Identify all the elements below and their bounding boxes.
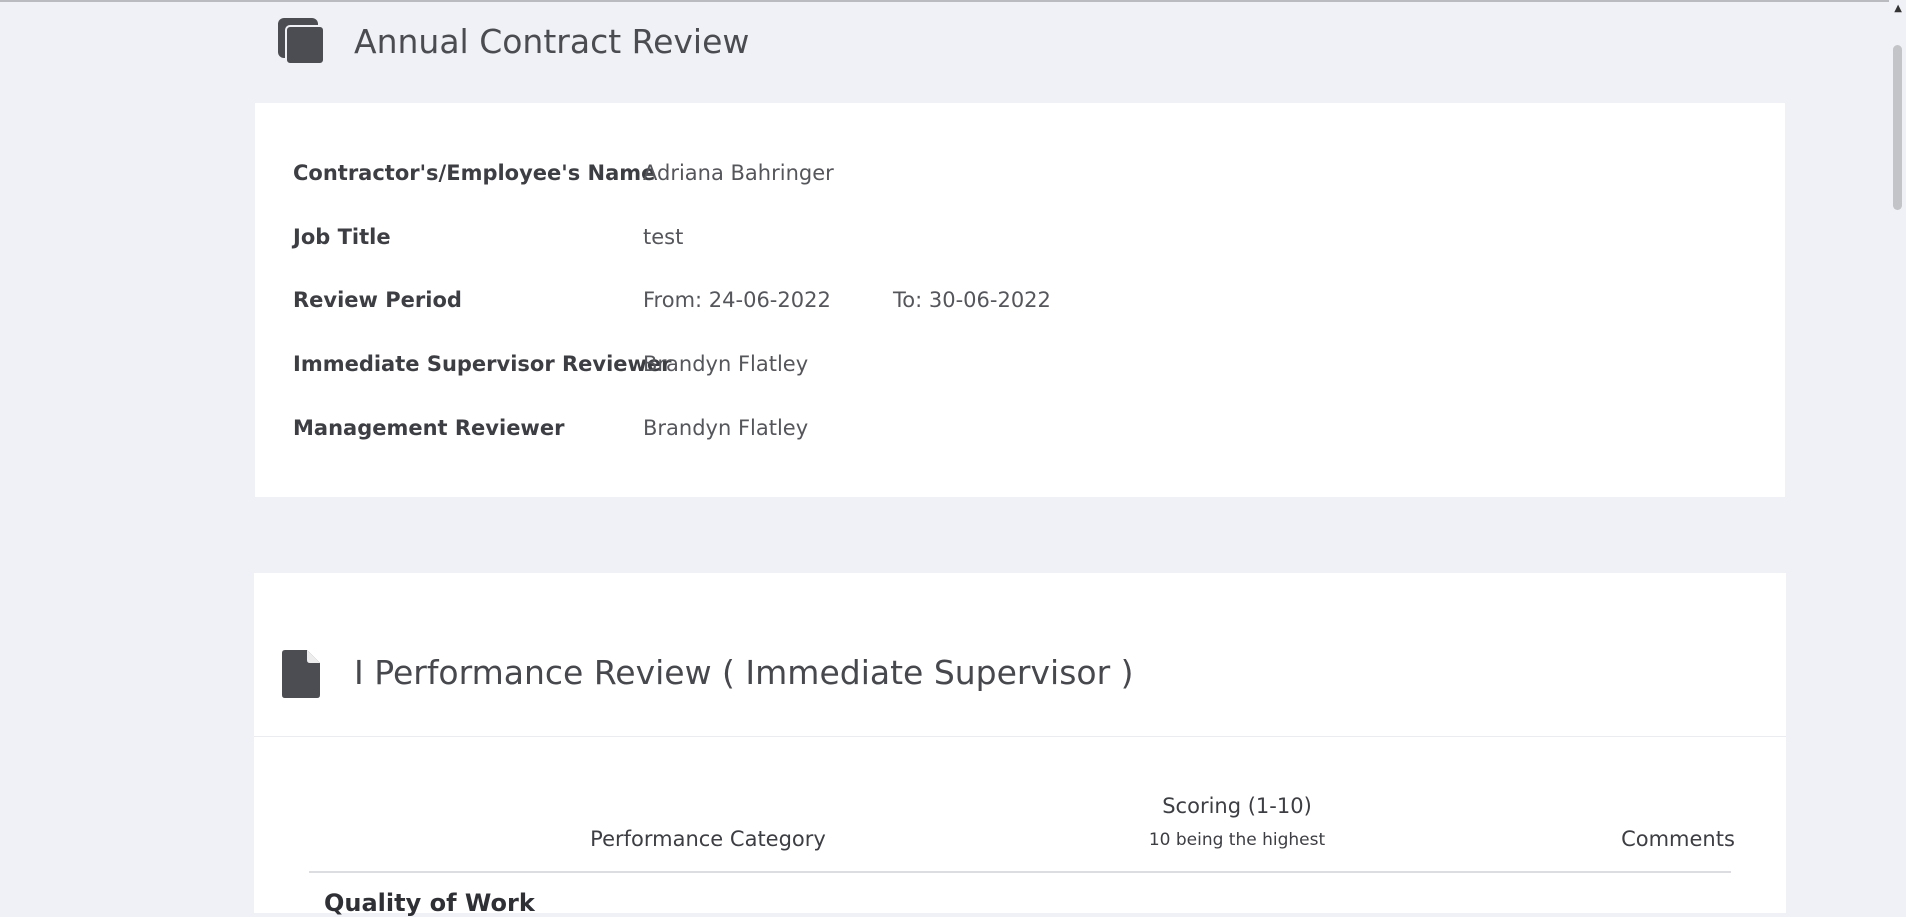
review-period-to: To: 30-06-2022 — [893, 288, 1051, 312]
file-icon — [282, 650, 320, 698]
performance-review-card: I Performance Review ( Immediate Supervi… — [254, 573, 1786, 917]
header-scoring-sub: 10 being the highest — [1148, 830, 1326, 850]
info-row-management: Management Reviewer Brandyn Flatley — [293, 413, 808, 443]
scrollbar[interactable]: ▲ — [1889, 0, 1906, 902]
info-row-supervisor: Immediate Supervisor Reviewer Brandyn Fl… — [293, 349, 808, 379]
top-border — [0, 0, 1906, 2]
scroll-up-icon[interactable]: ▲ — [1894, 3, 1902, 14]
section-header: I Performance Review ( Immediate Supervi… — [254, 573, 1786, 737]
info-label: Immediate Supervisor Reviewer — [293, 352, 672, 376]
info-row-name: Contractor's/Employee's Name Adriana Bah… — [293, 158, 834, 188]
info-value: Brandyn Flatley — [643, 416, 809, 440]
info-label: Contractor's/Employee's Name — [293, 161, 656, 185]
copy-icon — [276, 16, 326, 66]
info-label: Review Period — [293, 288, 462, 312]
page-title: Annual Contract Review — [354, 21, 750, 61]
info-value: Adriana Bahringer — [643, 161, 834, 185]
review-period-from: From: 24-06-2022 — [643, 288, 831, 312]
header-comments: Comments — [1621, 827, 1735, 851]
header-scoring: Scoring (1-10) — [1162, 794, 1312, 818]
page-header: Annual Contract Review — [276, 14, 749, 68]
section-title: I Performance Review ( Immediate Supervi… — [354, 653, 1134, 692]
contract-info-card: Contractor's/Employee's Name Adriana Bah… — [255, 103, 1785, 497]
info-row-review-period: Review Period From: 24-06-2022 To: 30-06… — [293, 285, 1051, 315]
info-label: Management Reviewer — [293, 416, 565, 440]
info-row-job-title: Job Title test — [293, 222, 683, 252]
row-category-label: Quality of Work — [324, 889, 535, 917]
info-value: test — [643, 225, 684, 249]
info-label: Job Title — [293, 225, 391, 249]
info-value: Brandyn Flatley — [643, 352, 809, 376]
table-divider — [309, 871, 1731, 873]
scroll-thumb[interactable] — [1893, 45, 1902, 210]
header-performance-category: Performance Category — [590, 827, 826, 851]
